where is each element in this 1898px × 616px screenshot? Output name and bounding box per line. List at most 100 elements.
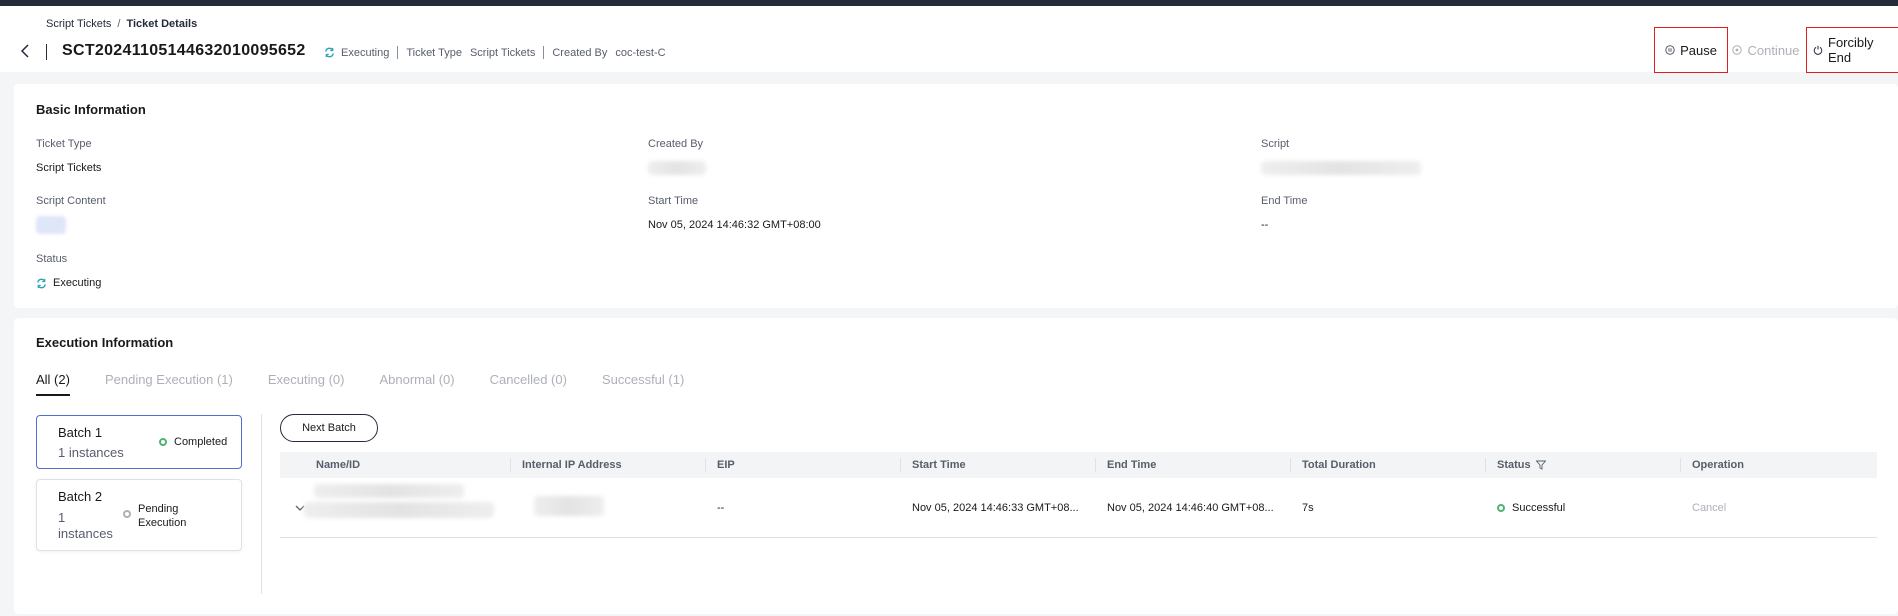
sync-icon bbox=[324, 47, 335, 58]
status-dot-icon bbox=[159, 438, 167, 446]
field-label: Script Content bbox=[36, 195, 106, 207]
field-value: Executing bbox=[36, 276, 101, 290]
ticket-type-label: Ticket Type bbox=[406, 46, 462, 59]
play-circle-icon bbox=[1732, 45, 1743, 55]
created-by-value: coc-test-C bbox=[615, 46, 666, 59]
column-separator bbox=[900, 458, 901, 472]
tab-pending-execution[interactable]: Pending Execution (1) bbox=[105, 372, 233, 396]
column-header-end-time: End Time bbox=[1095, 452, 1156, 478]
back-button[interactable] bbox=[16, 42, 34, 60]
forcibly-end-button[interactable]: Forcibly End bbox=[1806, 27, 1898, 73]
column-separator bbox=[705, 458, 706, 472]
table-row: -- Nov 05, 2024 14:46:33 GMT+08... Nov 0… bbox=[280, 478, 1877, 538]
instance-name-id[interactable] bbox=[304, 484, 494, 528]
column-header-total-duration: Total Duration bbox=[1290, 452, 1376, 478]
pause-circle-icon bbox=[1665, 45, 1675, 55]
tab-cancelled[interactable]: Cancelled (0) bbox=[490, 372, 567, 396]
column-header-name-id: Name/ID bbox=[316, 459, 361, 471]
continue-button[interactable]: Continue bbox=[1730, 27, 1802, 73]
column-separator bbox=[1095, 458, 1096, 472]
table-header: Name/ID Internal IP Address EIP Start Ti… bbox=[280, 452, 1877, 478]
internal-ip-cell bbox=[534, 496, 604, 516]
batch-status: Completed bbox=[159, 435, 227, 449]
tab-all[interactable]: All (2) bbox=[36, 372, 70, 396]
field-script: Script bbox=[1261, 138, 1421, 175]
batch-count-unit: instances bbox=[58, 526, 113, 541]
field-ticket-type: Ticket Type Script Tickets bbox=[36, 138, 101, 175]
column-separator bbox=[1680, 458, 1681, 472]
column-header-label: Internal IP Address bbox=[522, 459, 622, 471]
header-divider bbox=[46, 44, 47, 60]
field-value bbox=[1261, 161, 1421, 175]
chevron-left-icon bbox=[20, 44, 29, 58]
column-header-start-time: Start Time bbox=[900, 452, 966, 478]
ticket-status-text: Executing bbox=[341, 46, 390, 59]
field-value: -- bbox=[1261, 219, 1269, 231]
batch-status-text: Completed bbox=[174, 436, 228, 448]
redacted-value bbox=[534, 496, 604, 516]
field-end-time: End Time -- bbox=[1261, 195, 1307, 232]
batch-status-text: Pending Execution bbox=[138, 502, 186, 530]
panel-divider bbox=[261, 414, 262, 594]
breadcrumb-root[interactable]: Script Tickets bbox=[46, 18, 111, 30]
instances-table: Name/ID Internal IP Address EIP Start Ti… bbox=[280, 452, 1877, 538]
filter-icon[interactable] bbox=[1535, 460, 1546, 470]
tab-abnormal[interactable]: Abnormal (0) bbox=[379, 372, 454, 396]
meta-separator bbox=[543, 46, 545, 59]
batch-card-1[interactable]: Batch 1 1 instances Completed bbox=[36, 415, 242, 469]
status-dot-icon bbox=[123, 510, 131, 518]
pause-button[interactable]: Pause bbox=[1654, 27, 1728, 73]
status-cell: Successful bbox=[1485, 478, 1680, 538]
column-separator bbox=[510, 458, 511, 472]
field-label: Start Time bbox=[648, 195, 699, 207]
batch-name: Batch 1 bbox=[58, 425, 103, 440]
batch-instance-count: 1 instances bbox=[58, 445, 124, 460]
execution-information-card: Execution Information All (2) Pending Ex… bbox=[14, 318, 1898, 614]
batch-count-number: 1 bbox=[58, 510, 66, 525]
basic-information-title: Basic Information bbox=[36, 102, 146, 117]
tab-executing[interactable]: Executing (0) bbox=[268, 372, 345, 396]
field-label: Created By bbox=[648, 138, 704, 150]
field-start-time: Start Time Nov 05, 2024 14:46:32 GMT+08:… bbox=[648, 195, 821, 232]
field-created-by: Created By bbox=[648, 138, 706, 175]
created-by-meta: Created By coc-test-C bbox=[552, 47, 665, 59]
field-value: Script Tickets bbox=[36, 162, 102, 174]
batch-status-line: Execution bbox=[138, 517, 187, 529]
execution-tabs: All (2) Pending Execution (1) Executing … bbox=[36, 372, 719, 396]
batch-status: Pending Execution bbox=[123, 502, 186, 530]
cancel-link[interactable]: Cancel bbox=[1680, 478, 1875, 538]
tab-successful[interactable]: Successful (1) bbox=[602, 372, 684, 396]
redacted-value[interactable] bbox=[36, 216, 66, 234]
next-batch-button[interactable]: Next Batch bbox=[280, 414, 378, 442]
column-header-label: Operation bbox=[1692, 459, 1744, 471]
page-header: Script Tickets / Ticket Details SCT2024110… bbox=[0, 6, 1898, 72]
redacted-value[interactable] bbox=[1261, 161, 1421, 175]
batch-status-line: Pending bbox=[138, 503, 179, 515]
redacted-value bbox=[648, 161, 706, 175]
start-time-cell: Nov 05, 2024 14:46:33 GMT+08... bbox=[912, 502, 1079, 514]
ticket-status: Executing bbox=[324, 47, 389, 59]
basic-information-card: Basic Information Ticket Type Script Tic… bbox=[14, 84, 1898, 308]
column-header-eip: EIP bbox=[705, 452, 735, 478]
status-text: Executing bbox=[53, 277, 102, 289]
column-header-internal-ip: Internal IP Address bbox=[510, 452, 622, 478]
field-value bbox=[648, 161, 706, 175]
field-script-content: Script Content bbox=[36, 195, 106, 234]
ticket-type-value: Script Tickets bbox=[469, 46, 536, 59]
column-separator bbox=[1485, 458, 1486, 472]
breadcrumb-current: Ticket Details bbox=[126, 18, 198, 30]
sync-icon bbox=[36, 278, 47, 289]
column-header-operation: Operation bbox=[1680, 452, 1744, 478]
redacted-value bbox=[304, 502, 494, 518]
field-label: Status bbox=[36, 253, 68, 265]
column-header-label: Total Duration bbox=[1302, 459, 1376, 471]
field-label: Ticket Type bbox=[36, 138, 92, 150]
column-header-label: Start Time bbox=[912, 459, 966, 471]
breadcrumb-separator: / bbox=[117, 18, 121, 30]
forcibly-end-label: Forcibly End bbox=[1828, 35, 1874, 65]
created-by-label: Created By bbox=[552, 46, 608, 59]
ticket-type-meta: Ticket Type Script Tickets bbox=[406, 47, 535, 59]
batch-card-2[interactable]: Batch 2 1 instances Pending Execution bbox=[36, 479, 242, 551]
meta-separator bbox=[397, 46, 399, 59]
power-icon bbox=[1813, 45, 1823, 55]
